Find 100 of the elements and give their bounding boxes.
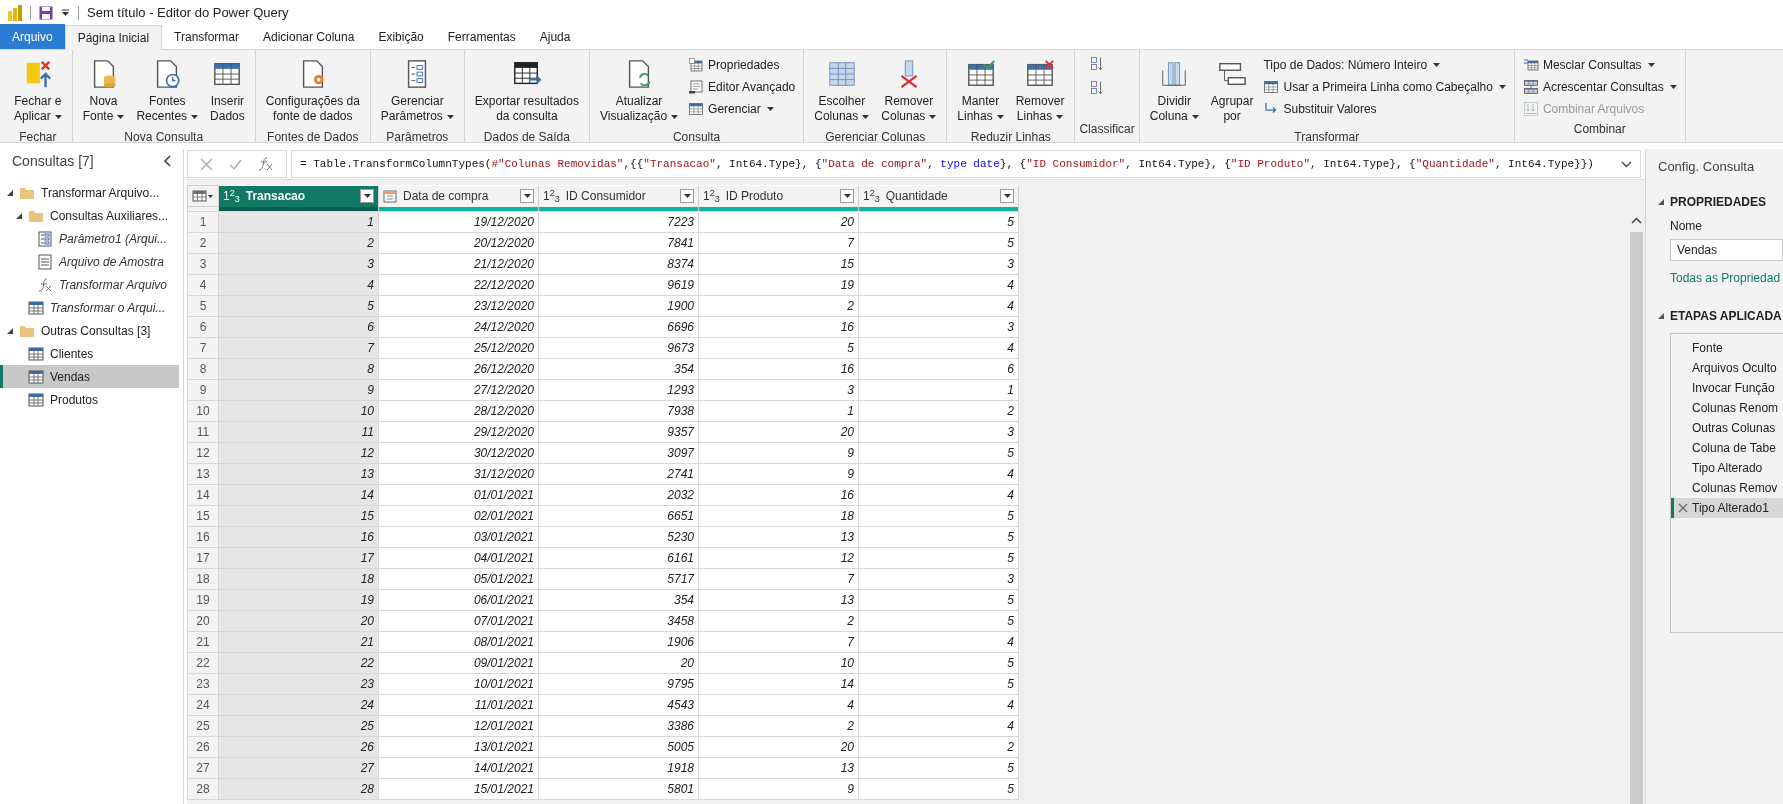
row-number: 8 — [187, 358, 219, 379]
step-item[interactable]: Outras Colunas — [1671, 417, 1783, 438]
query-item[interactable]: Consultas Auxiliares... — [0, 204, 179, 227]
ribbon-tab[interactable]: Exibição — [366, 24, 436, 49]
ribbon-tab[interactable]: Página Inicial — [64, 25, 163, 50]
filter-dropdown[interactable] — [680, 189, 694, 203]
formula-token: , Int64.Type}, { — [1125, 157, 1231, 170]
caret-icon — [683, 194, 691, 198]
ribbon-button[interactable]: Remover Linhas — [1009, 50, 1071, 128]
ribbon-small-button[interactable]: Editor Avançado — [684, 76, 800, 98]
customize-menu-icon[interactable] — [61, 8, 70, 17]
formula-token: = Table.TransformColumnTypes( — [300, 157, 492, 170]
query-item[interactable]: Outras Consultas [3] — [0, 319, 179, 342]
caret-icon — [1003, 194, 1011, 198]
step-item[interactable]: Tipo Alterado1 — [1671, 497, 1783, 518]
formula-token: #"Colunas Removidas" — [491, 157, 624, 170]
step-item[interactable]: Invocar Função — [1671, 377, 1783, 398]
ribbon-small-button[interactable]: Propriedades — [684, 54, 800, 76]
expand-arrow-icon[interactable] — [16, 212, 22, 219]
save-icon[interactable] — [39, 5, 53, 20]
formula-token: "Transacao" — [643, 157, 716, 170]
query-item[interactable]: Transformar Arquivo — [0, 273, 179, 296]
ribbon-button[interactable]: Atualizar Visualização — [593, 50, 685, 128]
ribbon-button[interactable]: Fontes Recentes — [130, 50, 205, 128]
row-number: 19 — [187, 589, 219, 610]
all-properties-link[interactable]: Todas as Propriedad — [1658, 268, 1783, 287]
filter-dropdown[interactable] — [840, 189, 854, 203]
formula-token: , Int64.Type}}) — [1494, 157, 1594, 170]
table-cell: 1 — [218, 211, 379, 232]
ribbon-tab[interactable]: Arquivo — [0, 24, 65, 49]
caret-icon — [996, 114, 1004, 119]
ribbon-button[interactable]: Escolher Colunas — [808, 50, 876, 128]
ribbon-button[interactable]: Fechar e Aplicar — [8, 50, 68, 128]
row-number: 21 — [187, 631, 219, 652]
group-label: Reduzir Linhas — [969, 129, 1052, 146]
collapse-arrow-icon[interactable] — [1658, 198, 1664, 205]
expand-arrow-icon[interactable] — [7, 327, 13, 334]
column-header[interactable]: 1$^{2}$$_{3}$ ID Produto — [698, 185, 859, 207]
ribbon-button[interactable]: Manter Linhas — [951, 50, 1010, 128]
ribbon-button[interactable]: Inserir Dados — [204, 50, 251, 128]
name-field[interactable]: Vendas — [1670, 238, 1783, 261]
step-item[interactable]: Colunas Remov — [1671, 477, 1783, 498]
query-item[interactable]: Arquivo de Amostra — [0, 250, 179, 273]
check-icon[interactable] — [229, 157, 242, 171]
step-item[interactable]: Arquivos Oculto — [1671, 357, 1783, 378]
ribbon-small-button[interactable]: Substituir Valores — [1259, 98, 1510, 120]
function-icon[interactable] — [258, 157, 274, 171]
sort-descending-icon — [1089, 80, 1106, 96]
filter-dropdown[interactable] — [360, 189, 374, 203]
column-header[interactable]: 1$^{2}$$_{3}$ Transacao — [218, 185, 379, 207]
column-header[interactable]: 1$^{2}$$_{3}$ ID Consumidor — [538, 185, 699, 207]
ribbon-small-button[interactable]: Tipo de Dados: Número Inteiro — [1259, 54, 1510, 76]
row-number: 28 — [187, 778, 219, 799]
filter-dropdown[interactable] — [520, 189, 534, 203]
step-item[interactable]: Coluna de Tabe — [1671, 437, 1783, 458]
ribbon-button[interactable]: Configurações da fonte de dados — [259, 50, 366, 128]
column-header[interactable]: Data de compra — [378, 185, 539, 207]
ribbon-small-button[interactable]: Usar a Primeira Linha como Cabeçalho — [1259, 76, 1510, 98]
step-item[interactable]: Colunas Renom — [1671, 397, 1783, 418]
ribbon-tab[interactable]: Ajuda — [527, 24, 583, 49]
ribbon-button[interactable]: Nova Fonte — [76, 50, 131, 128]
ribbon-tab[interactable]: Ferramentas — [435, 24, 528, 49]
delete-step-icon[interactable] — [1678, 502, 1688, 513]
window-title: Sem título - Editor do Power Query — [87, 3, 289, 22]
formula-field[interactable]: = Table.TransformColumnTypes(#"Colunas Removidas",{{"Transacao", Int64.Type}, {"Data de compra", type date}, {"ID Consumidor", Int64.Type}, {"ID Produto", Int64.Type}, {"Quantidade", Int64.Type}}) — [291, 150, 1641, 178]
table-menu-icon[interactable] — [192, 190, 214, 202]
formula-token: "ID Consumidor" — [1026, 157, 1126, 170]
scroll-up-icon[interactable] — [1630, 217, 1642, 224]
query-item[interactable]: Transformar Arquivo... — [0, 181, 179, 204]
ribbon-button[interactable]: Agrupar por — [1204, 50, 1260, 128]
query-item[interactable]: Produtos — [0, 388, 179, 411]
expand-chevron-icon[interactable] — [1621, 160, 1632, 168]
collapse-icon[interactable] — [163, 155, 171, 167]
ribbon-button[interactable]: Exportar resultados da consulta — [468, 50, 585, 128]
query-item[interactable]: Parâmetro1 (Arqui... — [0, 227, 179, 250]
caret-icon — [1056, 114, 1064, 119]
ribbon-small-button[interactable]: Mesclar Consultas — [1518, 54, 1681, 76]
ribbon-small-button[interactable]: Gerenciar — [684, 98, 800, 120]
expand-arrow-icon[interactable] — [7, 189, 13, 196]
ribbon-tab[interactable]: Adicionar Coluna — [251, 24, 367, 49]
group-label: Gerenciar Colunas — [824, 129, 927, 146]
ribbon-button[interactable]: Dividir Coluna — [1143, 50, 1205, 128]
row-number: 6 — [187, 316, 219, 337]
group-label: Nova Consulta — [123, 129, 205, 146]
caret-icon — [446, 114, 454, 119]
ribbon-tab[interactable]: Transformar — [162, 24, 251, 49]
ribbon-button[interactable]: Remover Colunas — [875, 50, 943, 128]
column-name: ID Consumidor — [565, 188, 647, 205]
column-header[interactable]: 1$^{2}$$_{3}$ Quantidade — [858, 185, 1019, 207]
step-item[interactable]: Tipo Alterado — [1671, 457, 1783, 478]
collapse-arrow-icon[interactable] — [1658, 312, 1664, 319]
query-item[interactable]: Transformar o Arqui... — [0, 296, 179, 319]
step-item[interactable]: Fonte — [1671, 337, 1783, 358]
query-item[interactable]: Clientes — [0, 342, 179, 365]
formula-token: , Int64.Type}, { — [715, 157, 822, 170]
ribbon-button[interactable]: Gerenciar Parâmetros — [374, 50, 460, 128]
ribbon-small-button[interactable]: Acrescentar Consultas — [1518, 76, 1681, 98]
query-item[interactable]: Vendas — [0, 365, 179, 388]
formula-token: "Quantidade" — [1415, 157, 1495, 170]
filter-dropdown[interactable] — [1000, 189, 1014, 203]
